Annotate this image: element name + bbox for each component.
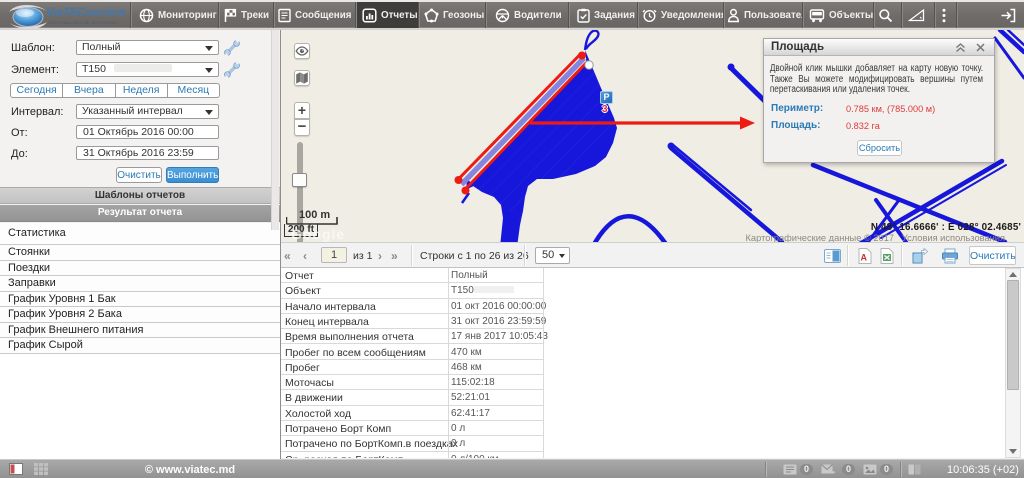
svg-text:A: A: [861, 253, 868, 263]
